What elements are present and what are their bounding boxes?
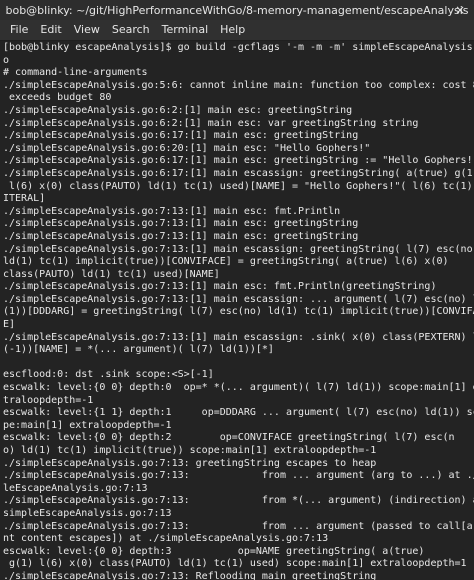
- menu-terminal[interactable]: Terminal: [156, 20, 215, 40]
- terminal-line: ./simpleEscapeAnalysis.go:6:2:[1] main e…: [3, 117, 419, 129]
- terminal-line: nt content escapes]) at ./simpleEscapeAn…: [3, 533, 329, 545]
- terminal-line: ./simpleEscapeAnalysis.go:7:13:[1] main …: [3, 281, 437, 293]
- terminal-window: bob@blinky: ~/git/HighPerformanceWithGo/…: [0, 0, 474, 580]
- terminal-line: # command-line-arguments: [3, 67, 148, 79]
- menu-help[interactable]: Help: [214, 20, 251, 40]
- terminal-line: escwalk: level:{1 1} depth:1 op=DDDARG .…: [3, 407, 474, 419]
- terminal-line: ./simpleEscapeAnalysis.go:6:20:[1] main …: [3, 142, 371, 154]
- terminal-line: ./simpleEscapeAnalysis.go:6:17:[1] main …: [3, 130, 359, 142]
- terminal-line: escwalk: level:{0 0} depth:3 op=NAME gre…: [3, 545, 425, 557]
- terminal-line: ./simpleEscapeAnalysis.go:7:13: from *(.…: [3, 495, 474, 507]
- terminal-line: leEscapeAnalysis.go:7:13: [3, 482, 148, 494]
- menu-file[interactable]: File: [4, 20, 34, 40]
- terminal-line: ./simpleEscapeAnalysis.go:6:17:[1] main …: [3, 167, 474, 179]
- terminal-line: ./simpleEscapeAnalysis.go:7:13:[1] main …: [3, 293, 474, 305]
- terminal-line: ./simpleEscapeAnalysis.go:6:2:[1] main e…: [3, 104, 353, 116]
- terminal-line: o) ld(1) tc(1) implicit(true)) scope:mai…: [3, 445, 377, 456]
- terminal-line: ./simpleEscapeAnalysis.go:7:13:[1] main …: [3, 243, 474, 255]
- terminal-line: ./simpleEscapeAnalysis.go:7:13:[1] main …: [3, 331, 474, 343]
- terminal-line: simpleEscapeAnalysis.go:7:13: [3, 507, 172, 519]
- title-bar[interactable]: bob@blinky: ~/git/HighPerformanceWithGo/…: [0, 0, 474, 20]
- terminal-line: l(6) x(0) class(PAUTO) ld(1) tc(1) used)…: [3, 180, 474, 192]
- terminal-line: ./simpleEscapeAnalysis.go:7:13: Refloodi…: [3, 570, 377, 580]
- terminal-line: E]: [3, 319, 16, 331]
- menu-search[interactable]: Search: [106, 20, 156, 40]
- terminal-line: ./simpleEscapeAnalysis.go:7:13: greeting…: [3, 457, 377, 469]
- terminal-line: o: [3, 54, 10, 66]
- terminal-line: escflood:0: dst .sink scope:<S>[-1]: [3, 369, 214, 381]
- terminal-line: ITERAL]: [3, 193, 46, 205]
- terminal-line: ./simpleEscapeAnalysis.go:7:13:[1] main …: [3, 218, 359, 230]
- terminal-line: class(PAUTO) ld(1) tc(1) used)[NAME]: [3, 268, 220, 280]
- terminal-line: (-1))[NAME] = *(... argument)( l(7) ld(1…: [3, 344, 274, 356]
- terminal-line: escwalk: level:{0 0} depth:0 op=* *(... …: [3, 382, 474, 394]
- menu-view[interactable]: View: [68, 20, 106, 40]
- terminal-output[interactable]: [bob@blinky escapeAnalysis]$ go build -g…: [0, 41, 474, 580]
- terminal-line: ./simpleEscapeAnalysis.go:7:13:[1] main …: [3, 230, 359, 242]
- terminal-line: ./simpleEscapeAnalysis.go:7:13:[1] main …: [3, 205, 341, 217]
- menu-edit[interactable]: Edit: [34, 20, 67, 40]
- terminal-line: escwalk: level:{0 0} depth:2 op=CONVIFAC…: [3, 432, 455, 444]
- terminal-line: traloopdepth=-1: [3, 394, 94, 406]
- close-icon[interactable]: ×: [452, 2, 468, 18]
- terminal-line: ./simpleEscapeAnalysis.go:6:17:[1] main …: [3, 155, 474, 167]
- terminal-line: ./simpleEscapeAnalysis.go:5:6: cannot in…: [3, 79, 474, 91]
- terminal-line: ./simpleEscapeAnalysis.go:7:13: from ...…: [3, 470, 474, 482]
- terminal-line: [bob@blinky escapeAnalysis]$ go build -g…: [3, 42, 474, 53]
- window-title: bob@blinky: ~/git/HighPerformanceWithGo/…: [5, 3, 469, 17]
- terminal-line: exceeds budget 80: [3, 92, 112, 104]
- terminal-line: ./simpleEscapeAnalysis.go:7:13: from ...…: [3, 520, 474, 532]
- terminal-line: g(1) l(6) x(0) class(PAUTO) ld(1) tc(1) …: [3, 558, 467, 570]
- terminal-line: pe:main[1] extraloopdepth=-1: [3, 419, 172, 431]
- menu-bar: File Edit View Search Terminal Help: [0, 20, 474, 41]
- terminal-line: (1))[DDDARG] = greetingString( l(7) esc(…: [3, 306, 474, 318]
- terminal-line: ld(1) tc(1) implicit(true))[CONVIFACE] =…: [3, 256, 449, 268]
